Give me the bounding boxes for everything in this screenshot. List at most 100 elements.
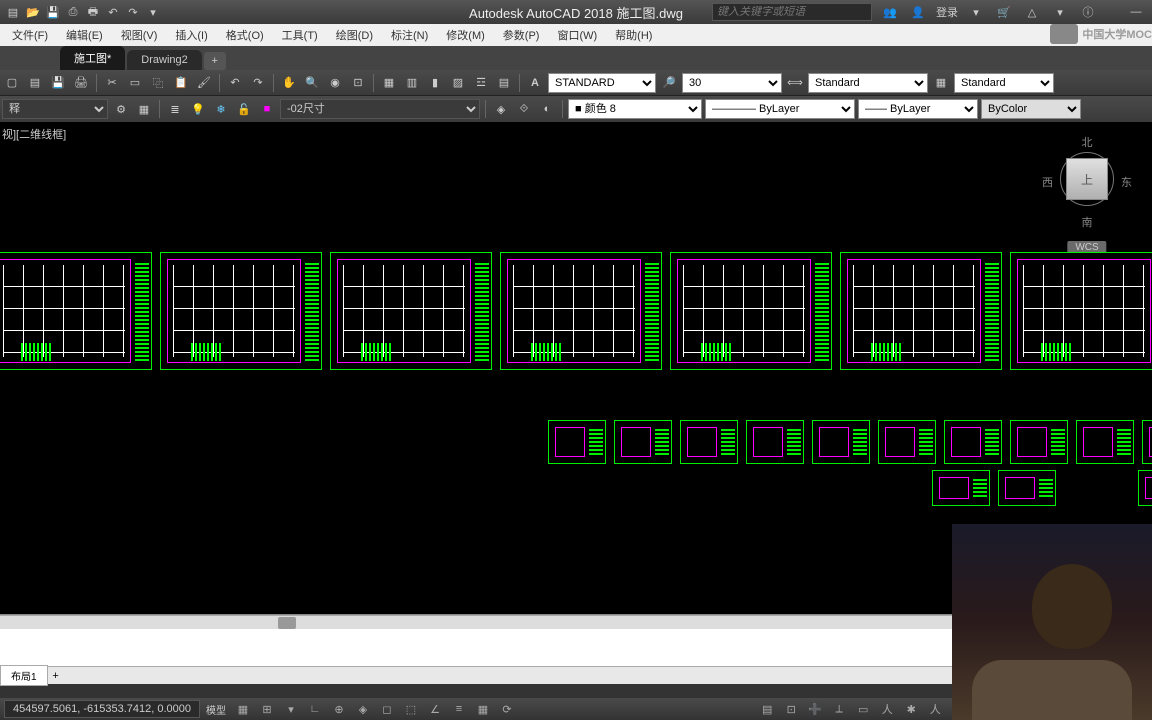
menu-format[interactable]: 格式(O) (218, 25, 272, 45)
paste-icon[interactable]: 📋 (171, 73, 191, 93)
color-select[interactable]: ■ 颜色 8 (568, 99, 702, 119)
find-icon[interactable]: 🔎 (659, 73, 679, 93)
redo2-icon[interactable]: ↷ (248, 73, 268, 93)
undo2-icon[interactable]: ↶ (225, 73, 245, 93)
menu-insert[interactable]: 插入(I) (167, 25, 215, 45)
otrack-icon[interactable]: ∠ (424, 700, 446, 718)
lineweight-display-icon[interactable]: ≡ (448, 700, 470, 718)
publish-icon[interactable]: 🖨 (71, 73, 91, 93)
elevation-sheet[interactable] (1010, 420, 1068, 464)
floorplan-sheet[interactable] (670, 252, 832, 370)
menu-dimension[interactable]: 标注(N) (383, 25, 436, 45)
annotation-monitor-icon[interactable]: ➕ (804, 700, 826, 718)
scrollbar-thumb[interactable] (278, 617, 296, 629)
layout-add-icon[interactable]: + (48, 670, 64, 682)
plot-icon[interactable]: ⎙ (64, 3, 82, 21)
layer-manager-icon[interactable]: ≣ (165, 99, 185, 119)
design-center-icon[interactable]: ▨ (448, 73, 468, 93)
annotation-scale-select[interactable]: 释 (2, 99, 108, 119)
viewcube-east[interactable]: 东 (1121, 174, 1132, 190)
menu-file[interactable]: 文件(F) (4, 25, 56, 45)
annotation-icon[interactable]: 人 (876, 700, 898, 718)
undo-icon[interactable]: ↶ (104, 3, 122, 21)
new-icon[interactable]: ▢ (2, 73, 22, 93)
autodesk-account-icon[interactable]: 👥 (880, 3, 900, 21)
login-dropdown-icon[interactable]: ▾ (966, 3, 986, 21)
floorplan-sheet[interactable] (160, 252, 322, 370)
elevation-sheet[interactable] (1076, 420, 1134, 464)
layer-color-icon[interactable]: ■ (257, 99, 277, 119)
detail-sheet[interactable] (998, 470, 1056, 506)
layout-tab-1[interactable]: 布局1 (0, 665, 48, 686)
redo-icon[interactable]: ↷ (124, 3, 142, 21)
linetype-select[interactable]: ———— ByLayer (705, 99, 855, 119)
dim-style-select[interactable]: Standard (808, 73, 928, 93)
polar-icon[interactable]: ⊕ (328, 700, 350, 718)
viewcube-west[interactable]: 西 (1042, 174, 1053, 190)
lineweight-select[interactable]: —— ByLayer (858, 99, 978, 119)
dim-icon[interactable]: ⟺ (785, 73, 805, 93)
viewcube-top[interactable]: 上 (1066, 158, 1108, 200)
calc-icon[interactable]: ▤ (494, 73, 514, 93)
ortho-icon[interactable]: ∟ (304, 700, 326, 718)
menu-edit[interactable]: 编辑(E) (58, 25, 111, 45)
text-style-select[interactable]: STANDARD (548, 73, 656, 93)
floorplan-sheet[interactable] (0, 252, 152, 370)
model-space-button[interactable]: 模型 (202, 702, 230, 717)
search-input[interactable] (717, 6, 867, 18)
zoom-extents-icon[interactable]: ⊡ (348, 73, 368, 93)
copy-icon[interactable]: ⿻ (148, 73, 168, 93)
snap-icon[interactable]: ⊞ (256, 700, 278, 718)
elevation-sheet[interactable] (878, 420, 936, 464)
selection-cycling-icon[interactable]: ⟳ (496, 700, 518, 718)
pan-icon[interactable]: ✋ (279, 73, 299, 93)
a360-icon[interactable]: △ (1022, 3, 1042, 21)
gear-icon[interactable]: ⚙ (111, 99, 131, 119)
elevation-sheet[interactable] (812, 420, 870, 464)
elevation-sheet[interactable] (614, 420, 672, 464)
layer-iso-icon[interactable]: ⟐ (514, 99, 534, 119)
transparency-icon[interactable]: ▦ (472, 700, 494, 718)
qat-dropdown-icon[interactable]: ▾ (144, 3, 162, 21)
app-menu-icon[interactable]: ▤ (4, 3, 22, 21)
text-icon[interactable]: A (525, 73, 545, 93)
print-icon[interactable]: 🖶 (84, 3, 102, 21)
menu-tools[interactable]: 工具(T) (274, 25, 326, 45)
viewport-label[interactable]: 视][二维线框] (2, 126, 66, 142)
search-box[interactable] (712, 3, 872, 21)
elevation-sheet[interactable] (746, 420, 804, 464)
3dosnap-icon[interactable]: ⬚ (400, 700, 422, 718)
user-icon[interactable]: 👤 (908, 3, 928, 21)
elevation-sheet[interactable] (944, 420, 1002, 464)
doc-tab-drawing2[interactable]: Drawing2 (127, 50, 201, 70)
layer-on-icon[interactable]: 💡 (188, 99, 208, 119)
exchange-icon[interactable]: 🛒 (994, 3, 1014, 21)
minimize-icon[interactable]: — (1126, 3, 1146, 21)
help-dropdown-icon[interactable]: ▾ (1050, 3, 1070, 21)
viewcube-south[interactable]: 南 (1082, 214, 1093, 230)
sheet-set-icon[interactable]: ▥ (402, 73, 422, 93)
layer-match-icon[interactable]: ◐ (537, 99, 557, 119)
isodraft-icon[interactable]: ◈ (352, 700, 374, 718)
workspace-icon[interactable]: ⊡ (780, 700, 802, 718)
markup-icon[interactable]: ☲ (471, 73, 491, 93)
doc-tab-active[interactable]: 施工图* (60, 46, 125, 70)
menu-parametric[interactable]: 参数(P) (495, 25, 548, 45)
select-icon[interactable]: ▭ (125, 73, 145, 93)
detail-sheet[interactable] (932, 470, 990, 506)
autoscale-icon[interactable]: 人 (924, 700, 946, 718)
new-tab-icon[interactable]: + (204, 52, 226, 70)
save2-icon[interactable]: 💾 (48, 73, 68, 93)
quick-properties-icon[interactable]: ▤ (756, 700, 778, 718)
floorplan-sheet[interactable] (500, 252, 662, 370)
menu-view[interactable]: 视图(V) (113, 25, 166, 45)
open2-icon[interactable]: ▤ (25, 73, 45, 93)
elevation-sheet[interactable] (680, 420, 738, 464)
layer-select[interactable]: -02尺寸 (280, 99, 480, 119)
orbit-icon[interactable]: ◉ (325, 73, 345, 93)
cut-icon[interactable]: ✂ (102, 73, 122, 93)
layer-lock-icon[interactable]: 🔓 (234, 99, 254, 119)
login-label[interactable]: 登录 (936, 4, 958, 20)
save-icon[interactable]: 💾 (44, 3, 62, 21)
menu-modify[interactable]: 修改(M) (438, 25, 493, 45)
